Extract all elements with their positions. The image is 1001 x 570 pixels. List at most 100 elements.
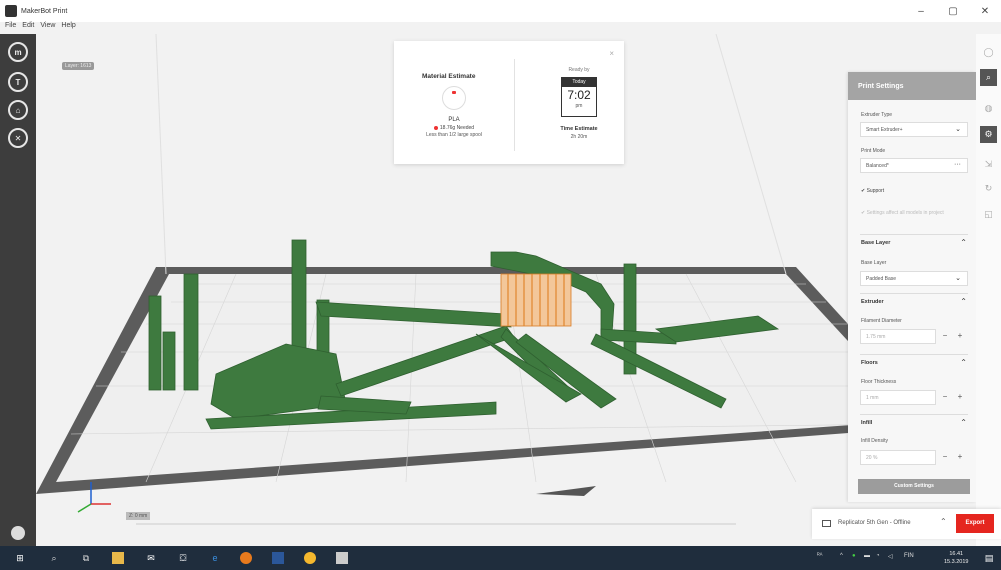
close-circle-icon[interactable]: ✕	[8, 128, 28, 148]
makerbot-logo-icon[interactable]: m	[8, 42, 28, 62]
build-viewport[interactable]: Layer: 1613 Z: 0 mm × Material Estimate …	[36, 34, 976, 546]
printer-bar: Replicator 5th Gen - Offline ⌃ Export	[812, 509, 1001, 539]
battery-icon: ▬	[864, 553, 870, 559]
material-name: PLA	[448, 117, 460, 123]
info-icon[interactable]: ◍	[980, 100, 997, 117]
task-view-icon[interactable]: ⧉	[80, 552, 92, 564]
section-infill[interactable]: Infill ⌃	[861, 418, 969, 427]
makerbot-print-icon[interactable]	[336, 552, 348, 564]
tray-expand-icon[interactable]: ^	[840, 553, 843, 559]
infill-density-input[interactable]: 20 %	[860, 450, 936, 465]
more-options-icon[interactable]: ···	[954, 161, 961, 168]
extruder-type-label: Extruder Type	[861, 112, 893, 118]
tray-app-icon[interactable]: ●	[852, 553, 856, 559]
apply-all-checkbox[interactable]: ✔ Settings affect all models in project	[861, 210, 961, 216]
export-button[interactable]: Export	[956, 514, 994, 533]
clock-date: 15.3.2019	[944, 559, 969, 565]
caret-up-icon: ⌃	[960, 297, 967, 306]
chrome-icon[interactable]	[304, 552, 316, 564]
window-controls: – ▢ ✕	[905, 0, 1001, 22]
menu-edit[interactable]: Edit	[22, 22, 34, 34]
base-layer-value: Padded Base	[866, 276, 897, 282]
tray-people-icon[interactable]: ᴿᴬ	[817, 553, 822, 559]
infill-minus-button[interactable]: −	[938, 450, 952, 465]
app-icon	[5, 5, 17, 17]
file-explorer-icon[interactable]	[112, 552, 124, 564]
rotate-icon[interactable]: ↻	[980, 180, 997, 197]
floor-minus-button[interactable]: −	[938, 390, 952, 405]
edge-icon[interactable]: e	[209, 552, 221, 564]
material-needed-text: 18.76g Needed	[439, 125, 475, 131]
mail-icon[interactable]: ✉	[145, 552, 157, 564]
minimize-button[interactable]: –	[905, 0, 937, 22]
base-layer-select[interactable]: Padded Base ⌄	[860, 271, 968, 286]
word-icon[interactable]	[272, 552, 284, 564]
volume-icon[interactable]: ◁	[888, 553, 893, 560]
clock-time: 16.41	[949, 551, 964, 557]
filament-plus-button[interactable]: +	[953, 329, 967, 344]
caret-up-icon: ⌃	[960, 418, 967, 427]
calendar-icon: Today 7:02 pm	[561, 77, 597, 117]
ready-by-label: Ready by	[568, 67, 590, 73]
base-layer-section-title: Base Layer	[861, 240, 891, 246]
support-structure	[500, 273, 572, 327]
filament-diameter-input[interactable]: 1.75 mm	[860, 329, 936, 344]
chevron-down-icon: ⌄	[955, 275, 961, 282]
view-icon[interactable]: ◯	[980, 44, 997, 61]
menu-bar: File Edit View Help	[0, 22, 76, 34]
section-floors[interactable]: Floors ⌃	[861, 358, 969, 367]
caret-up-icon[interactable]: ⌃	[940, 517, 947, 526]
base-layer-label: Base Layer	[861, 260, 887, 266]
floor-thickness-input[interactable]: 1 mm	[860, 390, 936, 405]
print-mode-select[interactable]: Balanced* ···	[860, 158, 968, 173]
menu-help[interactable]: Help	[61, 22, 75, 34]
floors-section-title: Floors	[861, 360, 878, 366]
settings-icon[interactable]: ⚙	[980, 126, 997, 143]
divider	[860, 293, 968, 294]
store-icon[interactable]: ⛋	[177, 552, 189, 564]
custom-settings-button[interactable]: Custom Settings	[858, 479, 970, 494]
infill-section-title: Infill	[861, 420, 873, 426]
network-icon[interactable]: ◔	[876, 553, 880, 559]
section-extruder[interactable]: Extruder ⌃	[861, 297, 969, 306]
notification-icon[interactable]: ▤	[983, 552, 995, 564]
language-indicator[interactable]: FIN	[904, 553, 914, 559]
taskbar-clock[interactable]: 16.41 15.3.2019	[944, 550, 968, 566]
infill-plus-button[interactable]: +	[953, 450, 967, 465]
red-dot-icon	[433, 125, 438, 130]
layer-badge: Layer: 1613	[62, 62, 95, 70]
close-button[interactable]: ✕	[969, 0, 1001, 22]
floor-thickness-stepper: 1 mm − +	[860, 390, 968, 405]
filament-diameter-label: Filament Diameter	[861, 318, 902, 324]
section-base-layer[interactable]: Base Layer ⌃	[861, 238, 969, 247]
menu-file[interactable]: File	[5, 22, 16, 34]
floor-plus-button[interactable]: +	[953, 390, 967, 405]
support-checkbox[interactable]: ✔ Support	[861, 188, 884, 194]
search-icon[interactable]: ⌕	[48, 552, 60, 564]
calendar-day: Today	[562, 78, 596, 87]
filament-minus-button[interactable]: −	[938, 329, 952, 344]
extruder-type-value: Smart Extruder+	[866, 127, 903, 133]
right-tool-rail: ◯ ⌕ ◍ ⚙ ⇲ ↻ ◱	[976, 34, 1001, 546]
apply-all-label: Settings affect all models in project	[866, 210, 944, 216]
estimate-close-button[interactable]: ×	[609, 49, 614, 58]
print-mode-value: Balanced*	[866, 163, 889, 169]
maximize-button[interactable]: ▢	[937, 0, 969, 22]
menu-view[interactable]: View	[40, 22, 55, 34]
move-icon[interactable]: ⇲	[980, 156, 997, 173]
extruder-type-select[interactable]: Smart Extruder+ ⌄	[860, 122, 968, 137]
search-icon[interactable]: ⌕	[980, 69, 997, 86]
printer-name[interactable]: Replicator 5th Gen - Offline	[838, 520, 911, 526]
firefox-icon[interactable]	[240, 552, 252, 564]
material-indicator-icon	[452, 91, 456, 94]
extruder-section-title: Extruder	[861, 299, 884, 305]
home-icon[interactable]: ⌂	[8, 100, 28, 120]
caret-up-icon: ⌃	[960, 238, 967, 247]
account-avatar[interactable]	[11, 526, 25, 540]
infill-density-stepper: 20 % − +	[860, 450, 968, 465]
printer-icon	[822, 520, 831, 527]
scale-icon[interactable]: ◱	[980, 206, 997, 223]
thingiverse-icon[interactable]: T	[8, 72, 28, 92]
windows-start-icon[interactable]: ⊞	[14, 552, 26, 564]
material-needed: 18.76g Needed	[394, 125, 514, 131]
